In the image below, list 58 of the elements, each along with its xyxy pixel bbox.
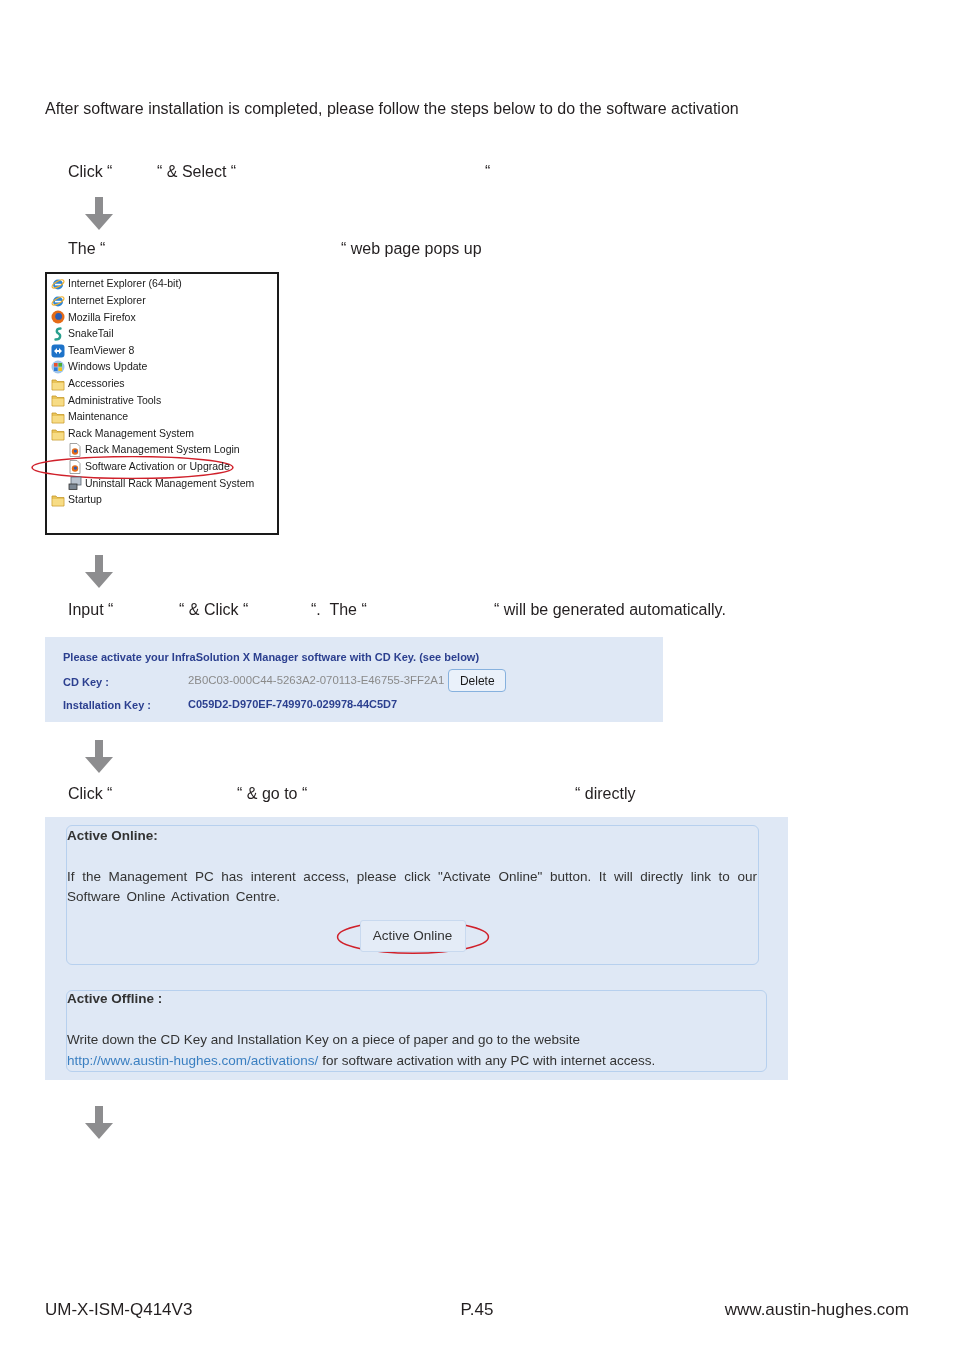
step-text: “. The “ bbox=[311, 601, 367, 618]
menu-item[interactable]: Startup bbox=[51, 491, 102, 509]
package-icon bbox=[68, 476, 82, 491]
step-text: “ & go to “ bbox=[237, 785, 308, 802]
step-text: “ will be generated automatically. bbox=[494, 601, 726, 618]
orb-icon bbox=[51, 310, 65, 325]
delete-button[interactable]: Delete bbox=[448, 669, 507, 692]
menu-item[interactable]: Internet Explorer bbox=[51, 292, 146, 310]
folder-icon bbox=[51, 426, 65, 441]
folder-icon bbox=[51, 410, 65, 425]
menu-item[interactable]: SnakeTail bbox=[51, 325, 114, 343]
document-code: UM-X-ISM-Q414V3 bbox=[45, 1300, 193, 1319]
activation-link[interactable]: http://www.austin-hughes.com/activations/ bbox=[67, 1053, 319, 1068]
online-instructions: If the Management PC has interent access, please click "Activate Online" button. It will directly link to our Software Online Activation Centre. bbox=[67, 868, 758, 906]
field-label: CD Key : bbox=[63, 675, 109, 688]
down-arrow-icon bbox=[85, 1106, 113, 1139]
step-text: The “ bbox=[68, 240, 106, 257]
menu-item[interactable]: Maintenance bbox=[51, 408, 129, 426]
folder-icon bbox=[51, 393, 65, 408]
active-online-button[interactable]: Active Online bbox=[359, 920, 466, 952]
installation-key-value: C059D2-D970EF-749970-029978-44C5D7 bbox=[188, 696, 398, 712]
menu-item[interactable]: Administrative Tools bbox=[51, 392, 162, 409]
section-heading: Active Online: bbox=[67, 828, 158, 844]
folder-icon bbox=[51, 493, 65, 507]
down-arrow-icon bbox=[85, 740, 113, 773]
down-arrow-icon bbox=[85, 555, 113, 588]
website-address: www.austin-hughes.com bbox=[724, 1300, 909, 1319]
step-text: Click “ bbox=[68, 163, 113, 180]
intro-text: After software installation is completed, please follow the steps below to do the software activation bbox=[45, 99, 739, 118]
cd-key-value: 2B0C03-000C44-5263A2-070113-E46755-3FF2A1 bbox=[188, 672, 445, 688]
menu-item[interactable]: Rack Management System bbox=[51, 425, 195, 442]
planet-icon bbox=[51, 293, 65, 308]
snake-icon bbox=[51, 327, 65, 342]
section-heading: Active Offline : bbox=[67, 991, 163, 1007]
folder-icon bbox=[51, 376, 65, 391]
menu-item[interactable]: Windows Update bbox=[51, 358, 148, 376]
menu-item[interactable]: Uninstall Rack Management System bbox=[68, 475, 255, 492]
step-text: “ & Select “ bbox=[157, 163, 237, 180]
step-text: Input “ bbox=[68, 601, 114, 618]
document-icon bbox=[68, 443, 82, 458]
menu-item[interactable]: Accessories bbox=[51, 375, 125, 393]
menu-item[interactable]: Mozilla Firefox bbox=[51, 309, 136, 326]
menu-item[interactable]: TeamViewer 8 bbox=[51, 342, 135, 359]
step-text: “ & Click “ bbox=[179, 601, 249, 618]
step-text: “ directly bbox=[575, 785, 636, 802]
document-icon bbox=[68, 459, 82, 474]
window-tiles-icon bbox=[51, 360, 65, 375]
step-text: “ bbox=[485, 163, 491, 180]
panel-title: Please activate your InfraSolution X Manager software with CD Key. (see below) bbox=[63, 650, 480, 664]
step-text: “ web page pops up bbox=[341, 240, 482, 257]
menu-item[interactable]: Rack Management System Login bbox=[68, 441, 240, 459]
field-label: Installation Key : bbox=[63, 699, 152, 711]
offline-instructions: Write down the CD Key and Installation Key on a piece of paper and go to the website http://www.austin-hughes.com/activations/ for software activation with any PC with internet access. bbox=[67, 1031, 657, 1070]
page-number: P.45 bbox=[460, 1300, 494, 1319]
step-text: Click “ bbox=[68, 785, 113, 802]
down-arrow-icon bbox=[85, 197, 113, 230]
planet-icon bbox=[51, 277, 65, 292]
menu-item[interactable]: Internet Explorer (64-bit) bbox=[51, 276, 182, 293]
